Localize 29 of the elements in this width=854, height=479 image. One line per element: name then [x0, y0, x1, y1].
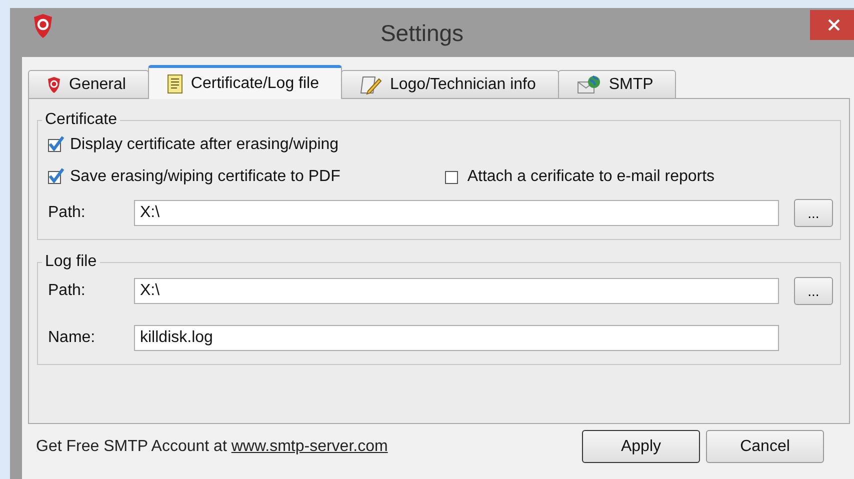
field-label: Path: — [48, 204, 86, 222]
tab[interactable]: General — [28, 70, 149, 98]
input-field[interactable]: X:\ — [134, 200, 779, 226]
checkbox-label: Display certificate after erasing/wiping — [70, 136, 339, 154]
notepad-icon — [166, 74, 183, 94]
tab[interactable]: Logo/Technician info — [340, 70, 559, 98]
browse-button[interactable]: ... — [794, 277, 833, 305]
checkbox-label: Save erasing/wiping certificate to PDF — [70, 168, 340, 186]
field-label: Path: — [48, 282, 86, 300]
app-logo-icon — [32, 14, 54, 38]
close-icon[interactable] — [810, 10, 854, 40]
footer-text: Get Free SMTP Account at www.smtp-server.com — [36, 438, 389, 456]
link[interactable]: www.smtp-server.com — [231, 438, 388, 454]
tab[interactable]: SMTP — [558, 70, 676, 98]
group-title: Certificate — [44, 111, 118, 129]
apply-button[interactable]: Apply — [582, 430, 700, 463]
envelope-globe-icon — [576, 74, 601, 94]
input-field[interactable]: killdisk.log — [134, 325, 779, 351]
tab[interactable]: Certificate/Log file — [148, 65, 342, 99]
group-title: Log file — [44, 253, 98, 271]
input-field[interactable]: X:\ — [134, 278, 779, 304]
field-label: Name: — [48, 329, 96, 347]
checkbox-label: Attach a cerificate to e-mail reports — [467, 168, 715, 186]
shield-icon — [47, 76, 61, 92]
scroll-pencil-icon — [360, 74, 382, 94]
browse-button[interactable]: ... — [794, 199, 833, 227]
cancel-button[interactable]: Cancel — [706, 430, 824, 463]
checkbox[interactable] — [445, 170, 458, 184]
window-title: Settings — [380, 20, 464, 47]
